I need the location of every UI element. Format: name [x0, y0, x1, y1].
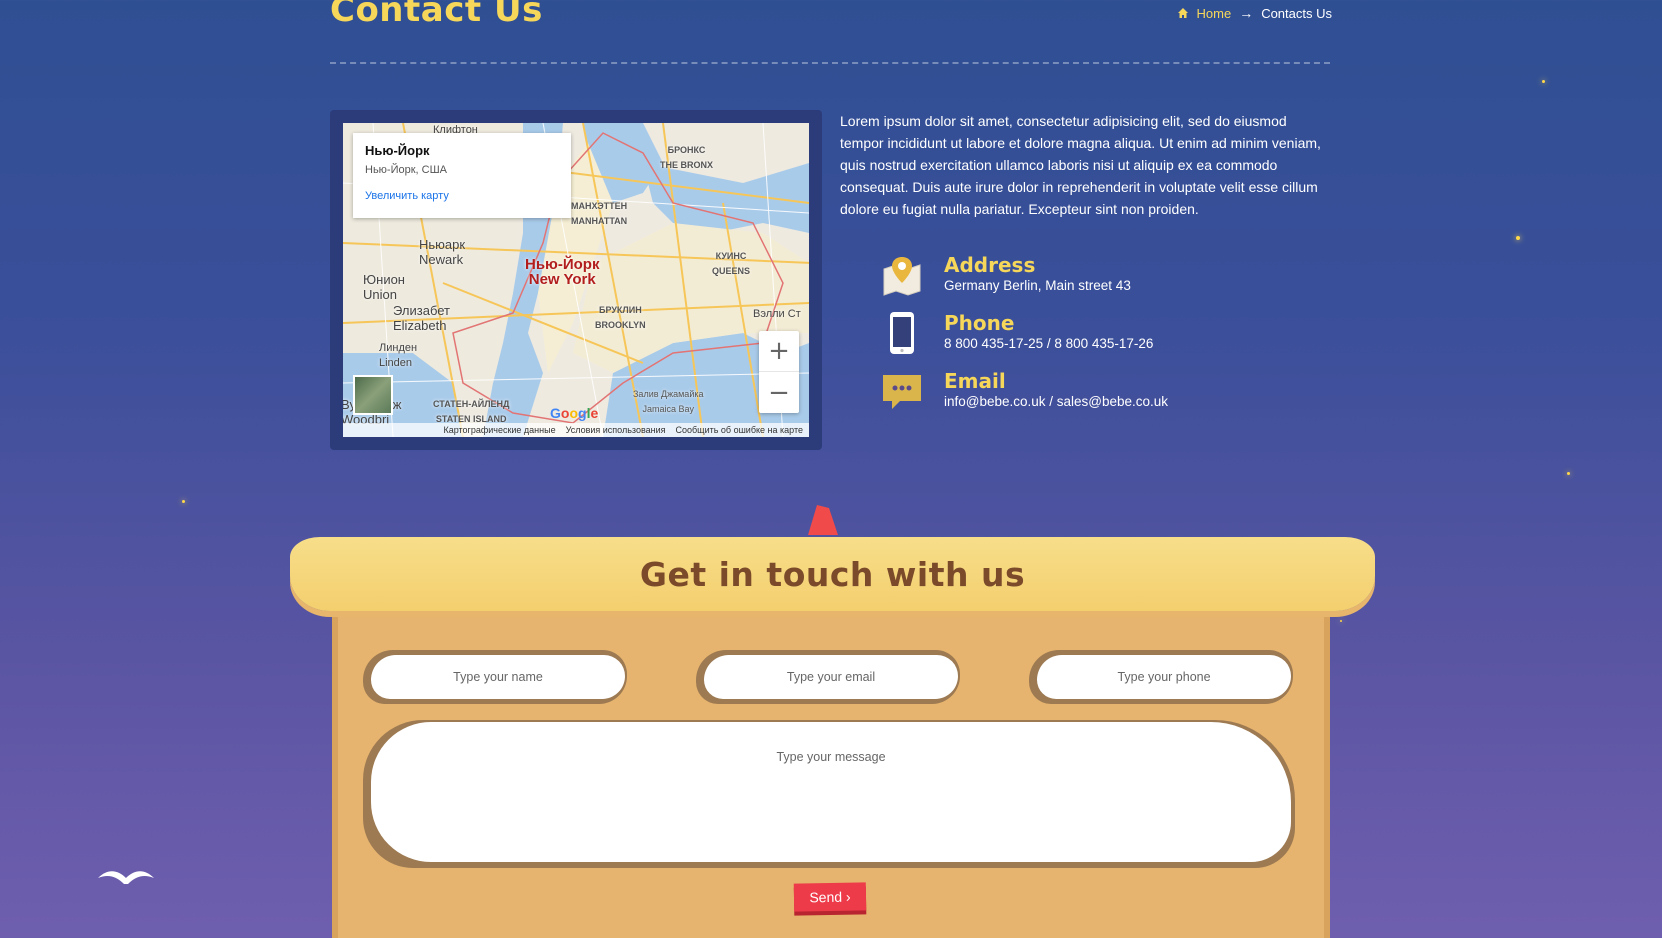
send-button[interactable]: Send › — [793, 882, 867, 912]
map-zoom-control: + − — [759, 331, 799, 413]
address-text: Germany Berlin, Main street 43 — [944, 278, 1131, 293]
header-divider — [330, 62, 1330, 64]
map-label-new-york: Нью-Йорк New York — [525, 256, 600, 288]
message-input[interactable] — [371, 722, 1291, 862]
ribbon-decoration — [808, 505, 838, 535]
form-banner: Get in touch with us — [290, 537, 1375, 611]
map-label-newark: Ньюарк Newark — [419, 237, 466, 267]
map-label-bronx: БРОНКС THE BRONX — [660, 145, 714, 170]
contact-email: Email info@bebe.co.uk / sales@bebe.co.uk — [880, 369, 1168, 413]
form-title: Get in touch with us — [639, 554, 1026, 594]
email-title: Email — [944, 369, 1006, 393]
map[interactable]: Ньюарк Newark Юнион Union Элизабет Elizabet… — [343, 123, 809, 437]
map-label-linden: Линден Linden — [379, 342, 418, 369]
mobile-phone-icon — [880, 311, 924, 355]
map-label-elizabeth: Элизабет Elizabeth — [393, 303, 451, 333]
map-frame: Ньюарк Newark Юнион Union Элизабет Elizabet… — [330, 110, 822, 450]
star-decoration — [1542, 80, 1545, 83]
breadcrumb: Home → Contacts Us — [1177, 5, 1332, 21]
email-text: info@bebe.co.uk / sales@bebe.co.uk — [944, 394, 1169, 409]
home-icon[interactable] — [1177, 7, 1189, 19]
zoom-out-button[interactable]: − — [759, 372, 799, 413]
map-data-link[interactable]: Картографические данные — [443, 425, 555, 435]
zoom-in-button[interactable]: + — [759, 331, 799, 372]
star-decoration — [1567, 472, 1570, 475]
chat-bubble-icon — [880, 369, 924, 413]
map-label-brooklyn: БРУКЛИН BROOKLYN — [595, 305, 646, 330]
map-label-manhattan: МАНХЭТТЕН MANHATTAN — [571, 201, 628, 226]
intro-text: Lorem ipsum dolor sit amet, consectetur … — [840, 113, 1321, 217]
phone-text: 8 800 435-17-25 / 8 800 435-17-26 — [944, 336, 1154, 351]
email-input[interactable] — [704, 655, 958, 699]
map-pin-icon — [880, 253, 924, 297]
map-label-jamaica-bay: Залив Джамайка Jamaica Bay — [633, 389, 704, 414]
map-popup-title: Нью-Йорк — [365, 143, 430, 158]
name-input[interactable] — [371, 655, 625, 699]
map-enlarge-link[interactable]: Увеличить карту — [365, 190, 559, 202]
map-label-union: Юнион Union — [363, 272, 405, 302]
satellite-toggle[interactable] — [353, 375, 393, 415]
star-decoration — [182, 500, 185, 503]
contact-address: Address Germany Berlin, Main street 43 — [880, 253, 1131, 297]
phone-input[interactable] — [1037, 655, 1291, 699]
map-info-popup: Нью-Йорк Нью-Йорк, США Увеличить карту — [353, 133, 571, 218]
map-terms-link[interactable]: Условия использования — [566, 425, 666, 435]
address-title: Address — [944, 253, 1036, 277]
name-field-wrap — [363, 650, 627, 704]
page-title: Contact Us — [330, 0, 543, 30]
map-popup-subtitle: Нью-Йорк, США — [365, 164, 448, 176]
email-field-wrap — [696, 650, 960, 704]
map-label-valley: Вэлли Ст — [753, 308, 801, 320]
breadcrumb-arrow-icon: → — [1239, 5, 1254, 21]
map-report-link[interactable]: Сообщить об ошибке на карте — [676, 425, 803, 435]
google-logo: Google — [550, 405, 599, 421]
phone-field-wrap — [1029, 650, 1293, 704]
breadcrumb-current: Contacts Us — [1261, 5, 1332, 21]
map-label-queens: КУИНС QUEENS — [712, 251, 751, 276]
star-decoration — [1340, 620, 1342, 622]
star-decoration — [1516, 236, 1520, 240]
contact-phone: Phone 8 800 435-17-25 / 8 800 435-17-26 — [880, 311, 1153, 355]
map-footer: Картографические данные Условия использо… — [343, 423, 809, 437]
breadcrumb-home-link[interactable]: Home — [1197, 6, 1232, 21]
phone-title: Phone — [944, 311, 1015, 335]
message-field-wrap — [363, 720, 1295, 868]
bird-icon — [98, 871, 154, 884]
